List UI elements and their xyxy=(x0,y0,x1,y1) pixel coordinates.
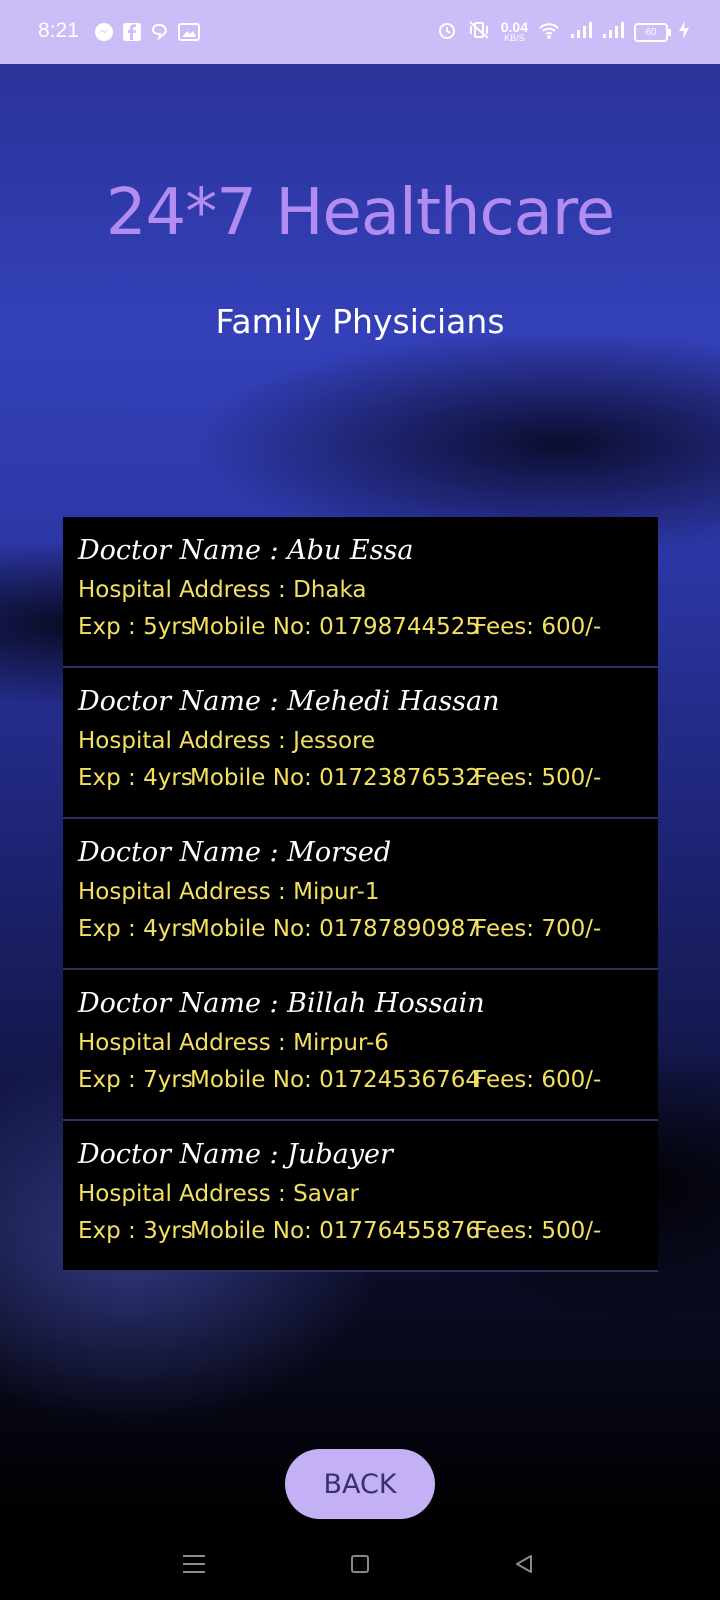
experience: Exp : 5yrs xyxy=(78,614,193,640)
status-time: 8:21 xyxy=(38,19,79,42)
messenger-icon xyxy=(94,22,114,47)
back-arrow-icon xyxy=(516,1555,532,1573)
doctor-card[interactable]: Doctor Name : Morsed Hospital Address : … xyxy=(63,819,658,970)
doctor-card[interactable]: Doctor Name : Billah Hossain Hospital Ad… xyxy=(63,970,658,1121)
fees: Fees: 700/- xyxy=(474,916,602,942)
alarm-icon xyxy=(437,20,457,45)
notification-icons xyxy=(94,22,200,47)
experience: Exp : 7yrs xyxy=(78,1067,193,1093)
recent-apps-button[interactable] xyxy=(174,1544,214,1584)
mobile-number: Mobile No: 01776455876 xyxy=(190,1218,481,1244)
network-speed: 0.04 KB/S xyxy=(500,18,528,44)
doctor-name: Doctor Name : Jubayer xyxy=(78,1139,393,1170)
home-icon xyxy=(351,1555,369,1573)
fees: Fees: 600/- xyxy=(474,1067,602,1093)
mobile-number: Mobile No: 01798744525 xyxy=(190,614,481,640)
battery-icon: 60 xyxy=(634,23,671,42)
doctor-info-row: Exp : 4yrs Mobile No: 01787890987 Fees: … xyxy=(78,916,658,948)
system-nav-bar xyxy=(0,1526,720,1600)
app-title: 24*7 Healthcare xyxy=(105,176,615,250)
hospital-address: Hospital Address : Mipur-1 xyxy=(78,879,380,905)
experience: Exp : 4yrs xyxy=(78,765,193,791)
network-speed-value: 0.04 xyxy=(500,18,528,35)
home-button[interactable] xyxy=(340,1544,380,1584)
signal-icon xyxy=(570,20,592,45)
mobile-number: Mobile No: 01723876532 xyxy=(190,765,481,791)
experience: Exp : 4yrs xyxy=(78,916,193,942)
doctor-card[interactable]: Doctor Name : Abu Essa Hospital Address … xyxy=(63,517,658,668)
doctor-info-row: Exp : 3yrs Mobile No: 01776455876 Fees: … xyxy=(78,1218,658,1250)
charging-icon xyxy=(678,20,690,45)
doctor-card[interactable]: Doctor Name : Jubayer Hospital Address :… xyxy=(63,1121,658,1272)
signal-icon xyxy=(602,20,624,45)
hospital-address: Hospital Address : Savar xyxy=(78,1181,359,1207)
fees: Fees: 500/- xyxy=(474,765,602,791)
doctor-name: Doctor Name : Abu Essa xyxy=(78,535,414,566)
doctor-name: Doctor Name : Billah Hossain xyxy=(78,988,485,1019)
mobile-number: Mobile No: 01724536764 xyxy=(190,1067,481,1093)
facebook-icon xyxy=(122,22,142,47)
doctor-info-row: Exp : 4yrs Mobile No: 01723876532 Fees: … xyxy=(78,765,658,797)
system-back-button[interactable] xyxy=(504,1544,544,1584)
doctor-name: Doctor Name : Mehedi Hassan xyxy=(78,686,500,717)
system-icons: 0.04 KB/S 60 xyxy=(437,20,690,45)
wifi-icon xyxy=(538,20,560,45)
back-button[interactable]: BACK xyxy=(285,1449,435,1519)
vibrate-off-icon xyxy=(467,20,491,45)
status-bar: 8:21 0.04 KB/S 60 xyxy=(0,0,720,64)
experience: Exp : 3yrs xyxy=(78,1218,193,1244)
mobile-number: Mobile No: 01787890987 xyxy=(190,916,481,942)
doctor-name: Doctor Name : Morsed xyxy=(78,837,392,868)
fees: Fees: 500/- xyxy=(474,1218,602,1244)
hospital-address: Hospital Address : Jessore xyxy=(78,728,376,754)
network-speed-unit: KB/S xyxy=(504,32,525,43)
doctor-card[interactable]: Doctor Name : Mehedi Hassan Hospital Add… xyxy=(63,668,658,819)
hospital-address: Hospital Address : Dhaka xyxy=(78,577,367,603)
menu-icon xyxy=(183,1555,205,1573)
gallery-icon xyxy=(178,22,200,47)
messaging-app-icon xyxy=(150,22,170,47)
page-subtitle: Family Physicians xyxy=(215,302,505,341)
hospital-address: Hospital Address : Mirpur-6 xyxy=(78,1030,389,1056)
doctor-info-row: Exp : 7yrs Mobile No: 01724536764 Fees: … xyxy=(78,1067,658,1099)
fees: Fees: 600/- xyxy=(474,614,602,640)
doctor-info-row: Exp : 5yrs Mobile No: 01798744525 Fees: … xyxy=(78,614,658,646)
doctor-list: Doctor Name : Abu Essa Hospital Address … xyxy=(63,517,658,1272)
